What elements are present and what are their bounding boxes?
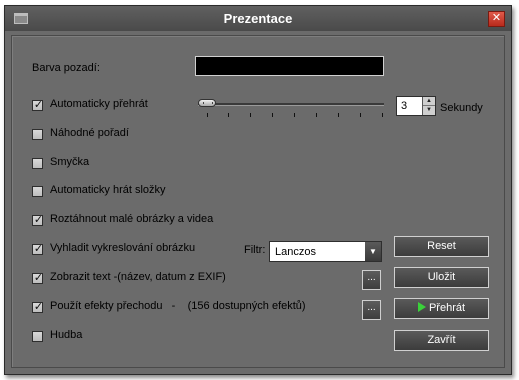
check-icon: ✓ <box>33 243 44 255</box>
save-button[interactable]: Uložit <box>394 267 489 288</box>
slideshow-dialog: Prezentace ✕ Barva pozadí: ✓ Automaticky… <box>4 5 512 375</box>
slider-tick <box>272 113 273 117</box>
slider-tick <box>207 113 208 117</box>
random-order-label: Náhodné pořadí <box>50 127 129 139</box>
seconds-value: 3 <box>401 100 408 112</box>
window-title: Prezentace <box>223 11 293 26</box>
play-label: Přehrát <box>428 302 466 314</box>
seconds-label: Sekundy <box>440 102 483 114</box>
check-icon: ✓ <box>33 99 44 111</box>
interval-slider-thumb[interactable] <box>198 99 216 107</box>
autoplay-folders-checkbox[interactable] <box>32 186 43 197</box>
title-bar[interactable]: Prezentace ✕ <box>5 6 511 31</box>
settings-panel: Barva pozadí: ✓ Automaticky přehrát 3 ▲ … <box>11 35 505 368</box>
background-color-swatch[interactable] <box>195 56 384 76</box>
chevron-down-icon[interactable]: ▼ <box>365 242 381 261</box>
slider-tick <box>294 113 295 117</box>
transition-effects-label: Použít efekty přechodu - (156 dostupných… <box>50 300 306 312</box>
loop-checkbox[interactable] <box>32 158 43 169</box>
stretch-small-label: Roztáhnout malé obrázky a videa <box>50 213 214 225</box>
show-text-checkbox[interactable]: ✓ <box>32 272 44 284</box>
seconds-spinbox[interactable]: 3 ▲ ▼ <box>396 96 436 116</box>
interval-slider-track[interactable] <box>198 103 384 106</box>
show-text-label: Zobrazit text -(název, datum z EXIF) <box>50 271 226 283</box>
play-icon <box>417 302 426 312</box>
slider-tick <box>360 113 361 117</box>
autoplay-checkbox[interactable]: ✓ <box>32 99 44 111</box>
autoplay-folders-label: Automaticky hrát složky <box>50 184 166 196</box>
music-checkbox[interactable] <box>32 331 43 342</box>
smooth-rendering-checkbox[interactable]: ✓ <box>32 243 44 255</box>
stretch-small-checkbox[interactable]: ✓ <box>32 214 44 226</box>
spin-down-icon[interactable]: ▼ <box>423 106 435 115</box>
background-color-label: Barva pozadí: <box>32 62 100 74</box>
check-icon: ✓ <box>33 272 44 284</box>
check-icon: ✓ <box>33 214 44 226</box>
reset-button[interactable]: Reset <box>394 236 489 257</box>
music-label: Hudba <box>50 329 83 341</box>
autoplay-label: Automaticky přehrát <box>50 98 148 110</box>
filter-select[interactable]: Lanczos ▼ <box>269 241 382 262</box>
close-icon: ✕ <box>491 12 502 24</box>
random-order-checkbox[interactable] <box>32 129 43 140</box>
seconds-stepper[interactable]: ▲ ▼ <box>422 97 435 115</box>
effects-options-button[interactable]: ... <box>362 300 381 320</box>
spin-up-icon[interactable]: ▲ <box>423 97 435 106</box>
check-icon: ✓ <box>33 301 44 313</box>
slider-tick <box>316 113 317 117</box>
close-window-button[interactable]: ✕ <box>488 11 505 27</box>
smooth-rendering-label: Vyhladit vykreslování obrázku <box>50 242 196 254</box>
close-button[interactable]: Zavřít <box>394 330 489 351</box>
play-button[interactable]: Přehrát <box>394 298 489 319</box>
loop-label: Smyčka <box>50 156 90 168</box>
transition-effects-checkbox[interactable]: ✓ <box>32 301 44 313</box>
slider-tick <box>228 113 229 117</box>
slider-tick <box>250 113 251 117</box>
filter-label: Filtr: <box>244 244 266 256</box>
slider-tick <box>338 113 339 117</box>
filter-value: Lanczos <box>275 246 316 258</box>
slider-tick <box>382 113 383 117</box>
text-options-button[interactable]: ... <box>362 270 381 290</box>
